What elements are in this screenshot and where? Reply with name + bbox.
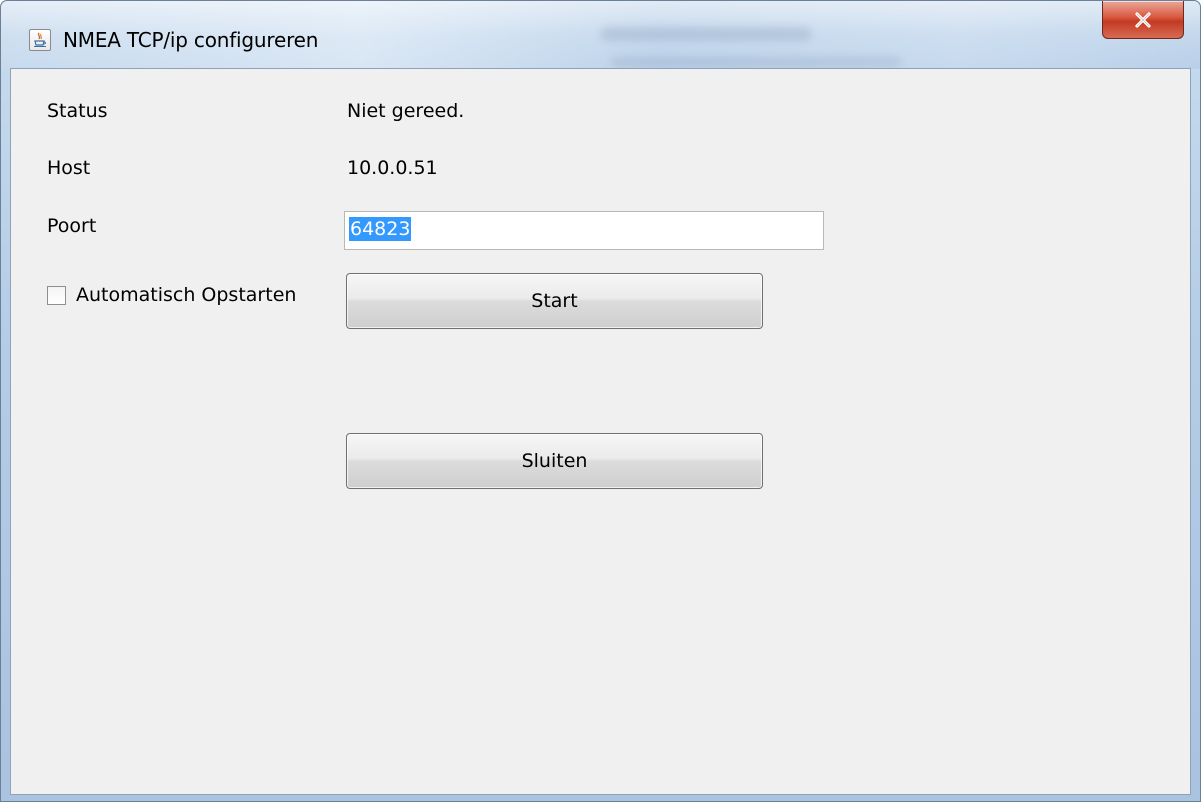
java-coffee-icon[interactable] — [29, 29, 51, 51]
background-window-blur — [601, 27, 811, 41]
host-label: Host — [47, 157, 91, 179]
autostart-checkbox[interactable] — [47, 285, 66, 305]
close-icon — [1135, 11, 1151, 28]
close-button[interactable]: Sluiten — [346, 433, 763, 489]
status-value: Niet gereed. — [347, 100, 465, 122]
status-label: Status — [47, 100, 108, 122]
dialog-window: NMEA TCP/ip configureren Status Niet ger… — [0, 0, 1201, 802]
dialog-content: Status Niet gereed. Host 10.0.0.51 Poort… — [10, 68, 1191, 795]
background-window-blur — [611, 57, 901, 67]
close-window-button[interactable] — [1102, 1, 1184, 39]
title-bar[interactable]: NMEA TCP/ip configureren — [1, 1, 1200, 69]
port-input-value: 64823 — [349, 217, 412, 241]
window-title: NMEA TCP/ip configureren — [63, 28, 319, 52]
start-button[interactable]: Start — [346, 273, 763, 329]
autostart-label[interactable]: Automatisch Opstarten — [76, 284, 296, 306]
port-label: Poort — [47, 215, 97, 237]
host-value: 10.0.0.51 — [347, 157, 438, 179]
port-input[interactable]: 64823 — [344, 211, 824, 250]
autostart-row[interactable]: Automatisch Opstarten — [47, 284, 296, 306]
